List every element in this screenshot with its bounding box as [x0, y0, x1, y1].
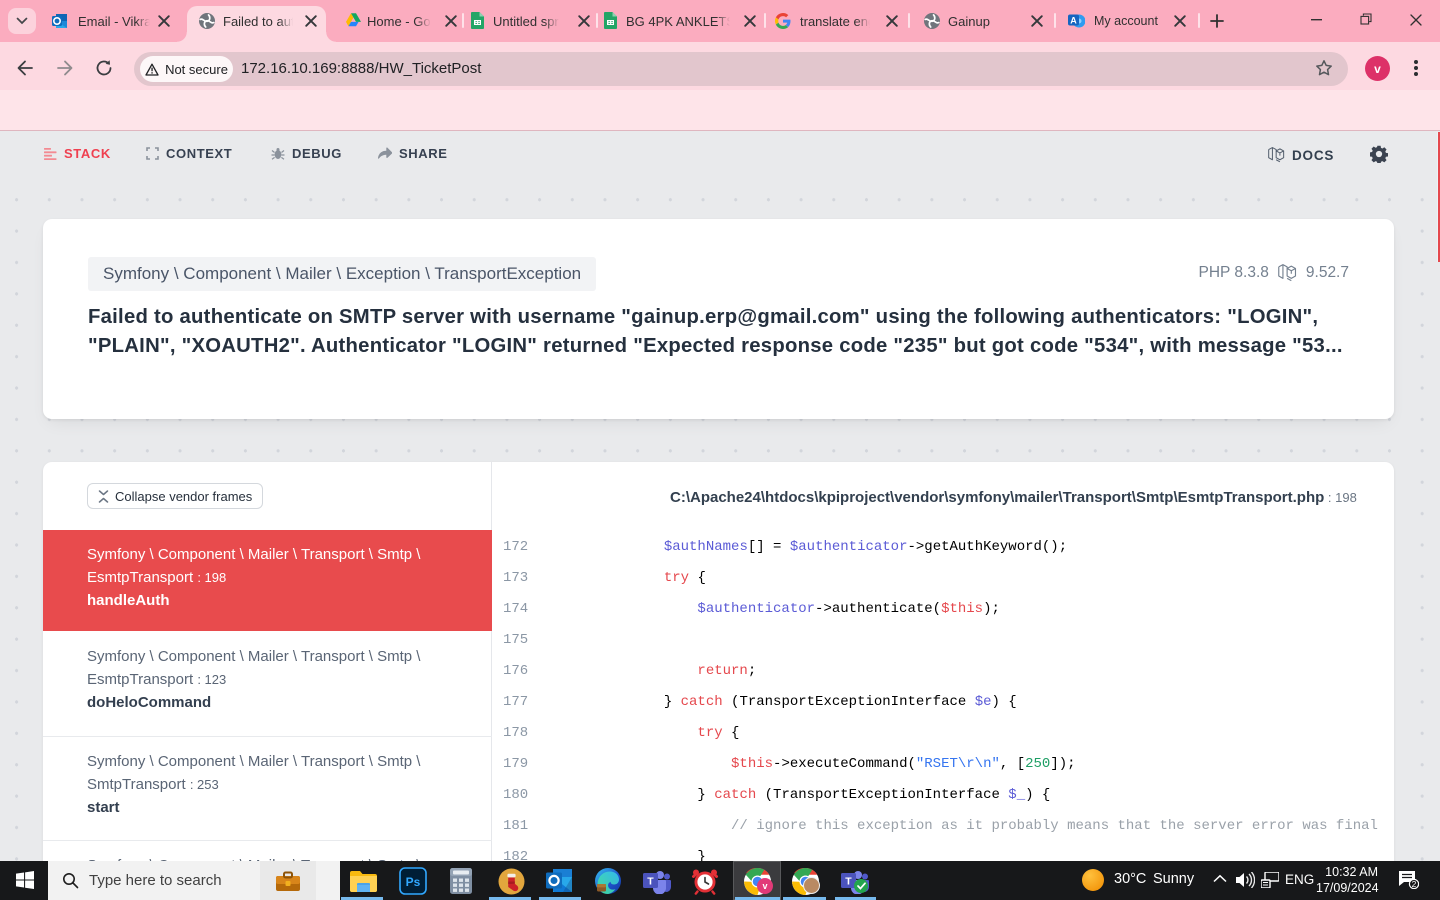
- svg-text:T: T: [647, 876, 654, 888]
- svg-text:2: 2: [1412, 879, 1417, 889]
- svg-text:Ps: Ps: [406, 875, 421, 889]
- svg-text:T: T: [845, 876, 852, 888]
- svg-text:A: A: [1070, 15, 1077, 25]
